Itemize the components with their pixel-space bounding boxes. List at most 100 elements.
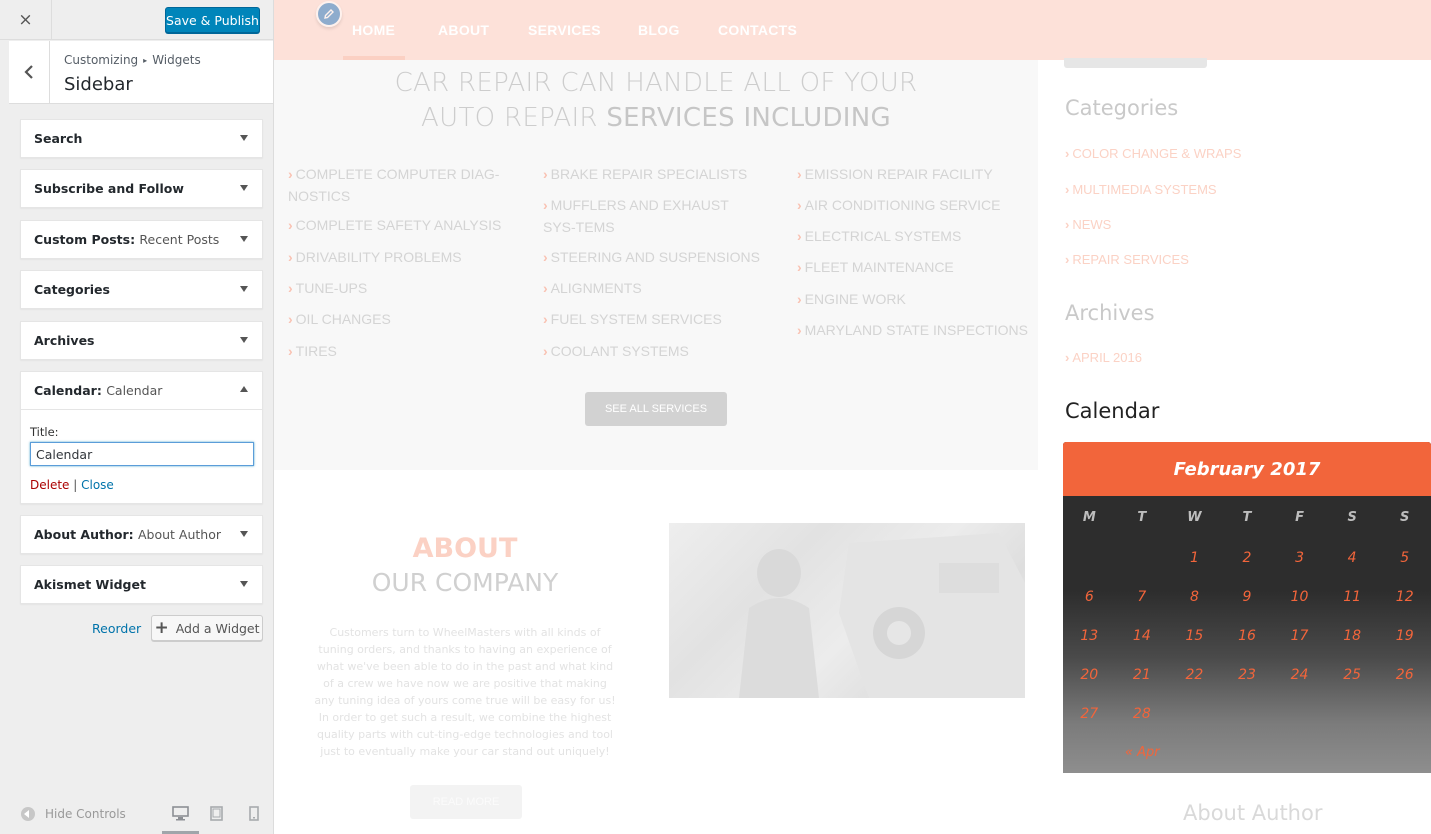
widget-search[interactable]: Search [20, 119, 263, 158]
services-heading-bold: SERVICES INCLUDING [606, 103, 891, 133]
service-item[interactable]: › OIL CHANGES [288, 308, 508, 330]
service-item[interactable]: › ALIGNMENTS [543, 277, 763, 299]
tablet-icon[interactable] [210, 806, 223, 821]
service-item[interactable]: › FLEET MAINTENANCE [797, 256, 1037, 278]
services-section: CAR REPAIR CAN HANDLE ALL OF YOUR AUTO R… [274, 60, 1038, 470]
archive-link[interactable]: › APRIL 2016 [1065, 350, 1142, 365]
service-item[interactable]: › COMPLETE SAFETY ANALYSIS [288, 214, 508, 236]
calendar-week-row: 20 21 22 23 24 25 26 [1063, 667, 1431, 687]
service-item[interactable]: › MUFFLERS AND EXHAUST SYS-TEMS [543, 194, 763, 238]
title-input[interactable] [30, 442, 254, 466]
widget-calendar[interactable]: Calendar: Calendar Title: Delete | Close [20, 371, 263, 504]
widget-instance-title: About Author [138, 527, 222, 542]
dropdown-arrow-icon[interactable] [240, 135, 248, 141]
calendar-prev-link[interactable]: « Apr [1125, 745, 1160, 760]
delete-link[interactable]: Delete [30, 478, 69, 492]
widget-header[interactable]: Subscribe and Follow [21, 170, 262, 207]
widget-type: Custom Posts [34, 232, 131, 247]
add-widget-button[interactable]: + Add a Widget [151, 615, 263, 641]
nav-about[interactable]: ABOUT [438, 22, 489, 38]
category-link[interactable]: › MULTIMEDIA SYSTEMS [1065, 182, 1217, 197]
dropdown-arrow-icon[interactable] [240, 286, 248, 292]
save-publish-button[interactable]: Save & Publish [165, 7, 260, 33]
service-item[interactable]: › COMPLETE COMPUTER DIAG-NOSTICS [288, 163, 508, 207]
dropdown-arrow-icon[interactable] [240, 337, 248, 343]
category-link[interactable]: › COLOR CHANGE & WRAPS [1065, 146, 1241, 161]
service-label: OIL CHANGES [295, 311, 391, 327]
read-more-button[interactable]: READ MORE [410, 785, 522, 819]
service-item[interactable]: › AIR CONDITIONING SERVICE [797, 194, 1037, 216]
widget-header[interactable]: Archives [21, 322, 262, 359]
service-item[interactable]: › BRAKE REPAIR SPECIALISTS [543, 163, 763, 185]
category-link[interactable]: › REPAIR SERVICES [1065, 252, 1189, 267]
mobile-icon[interactable] [249, 806, 259, 821]
service-label: MARYLAND STATE INSPECTIONS [804, 322, 1028, 338]
service-item[interactable]: › STEERING AND SUSPENSIONS [543, 246, 763, 268]
close-icon[interactable]: × [0, 0, 52, 40]
breadcrumb-separator: ▸ [143, 56, 148, 65]
service-label: COMPLETE COMPUTER DIAG-NOSTICS [288, 166, 500, 204]
categories-heading: Categories [1065, 96, 1179, 120]
dropdown-arrow-icon[interactable] [240, 531, 248, 537]
calendar-day: 22 [1185, 667, 1204, 683]
widget-header[interactable]: About Author: About Author [21, 516, 262, 553]
collapse-arrow-icon[interactable] [240, 386, 248, 392]
service-item[interactable]: › MARYLAND STATE INSPECTIONS [797, 319, 1037, 341]
chevron-right-icon: › [1065, 217, 1070, 232]
dropdown-arrow-icon[interactable] [240, 581, 248, 587]
calendar-day: 3 [1295, 550, 1305, 566]
service-item[interactable]: › FUEL SYSTEM SERVICES [543, 308, 763, 330]
service-item[interactable]: › TIRES [288, 340, 508, 362]
service-item[interactable]: › ELECTRICAL SYSTEMS [797, 225, 1037, 247]
service-item[interactable]: › ENGINE WORK [797, 288, 1037, 310]
calendar-day: 18 [1343, 628, 1362, 644]
dropdown-arrow-icon[interactable] [240, 236, 248, 242]
section-title: Sidebar [64, 74, 133, 95]
see-all-services-button[interactable]: SEE ALL SERVICES [585, 392, 727, 426]
widget-categories[interactable]: Categories [20, 270, 263, 309]
service-item[interactable]: › EMISSION REPAIR FACILITY [797, 163, 1037, 185]
category-link[interactable]: › NEWS [1065, 217, 1111, 232]
widget-header[interactable]: Akismet Widget [21, 566, 262, 603]
reorder-link[interactable]: Reorder [92, 621, 141, 636]
service-item[interactable]: › COOLANT SYSTEMS [543, 340, 763, 362]
widget-akismet[interactable]: Akismet Widget [20, 565, 263, 604]
widget-archives[interactable]: Archives [20, 321, 263, 360]
chevron-right-icon: › [288, 166, 293, 182]
calendar-day: 13 [1080, 628, 1099, 644]
calendar-heading: Calendar [1065, 399, 1160, 423]
back-button[interactable] [9, 41, 50, 103]
widget-about-author[interactable]: About Author: About Author [20, 515, 263, 554]
hide-controls-icon [21, 807, 35, 821]
widget-header[interactable]: Search [21, 120, 262, 157]
calendar-day: 12 [1395, 589, 1414, 605]
nav-services[interactable]: SERVICES [528, 22, 601, 38]
widget-custom-posts[interactable]: Custom Posts: Recent Posts [20, 220, 263, 259]
widget-header[interactable]: Custom Posts: Recent Posts [21, 221, 262, 258]
service-label: AIR CONDITIONING SERVICE [804, 197, 1001, 213]
widget-type: About Author [34, 527, 129, 542]
widget-subscribe-follow[interactable]: Subscribe and Follow [20, 169, 263, 208]
nav-blog[interactable]: BLOG [638, 22, 680, 38]
chevron-right-icon: › [543, 166, 548, 182]
close-link[interactable]: Close [81, 478, 114, 492]
hide-controls-button[interactable]: Hide Controls [21, 807, 126, 821]
service-label: DRIVABILITY PROBLEMS [295, 249, 462, 265]
chevron-right-icon: › [543, 280, 548, 296]
widget-header[interactable]: Calendar: Calendar [21, 372, 262, 409]
about-subtitle: OUR COMPANY [371, 568, 559, 597]
service-label: COOLANT SYSTEMS [550, 343, 689, 359]
calendar-day: 5 [1400, 550, 1410, 566]
service-item[interactable]: › DRIVABILITY PROBLEMS [288, 246, 508, 268]
calendar-day: 25 [1343, 667, 1362, 683]
desktop-icon[interactable] [172, 806, 189, 821]
site-preview: HOME ABOUT SERVICES BLOG CONTACTS CAR RE… [274, 0, 1431, 834]
nav-contacts[interactable]: CONTACTS [718, 22, 797, 38]
service-item[interactable]: › TUNE-UPS [288, 277, 508, 299]
dropdown-arrow-icon[interactable] [240, 185, 248, 191]
pencil-edit-icon[interactable] [316, 1, 342, 27]
chevron-right-icon: › [543, 249, 548, 265]
nav-home[interactable]: HOME [352, 22, 395, 38]
widget-header[interactable]: Categories [21, 271, 262, 308]
calendar-day: 23 [1238, 667, 1256, 683]
